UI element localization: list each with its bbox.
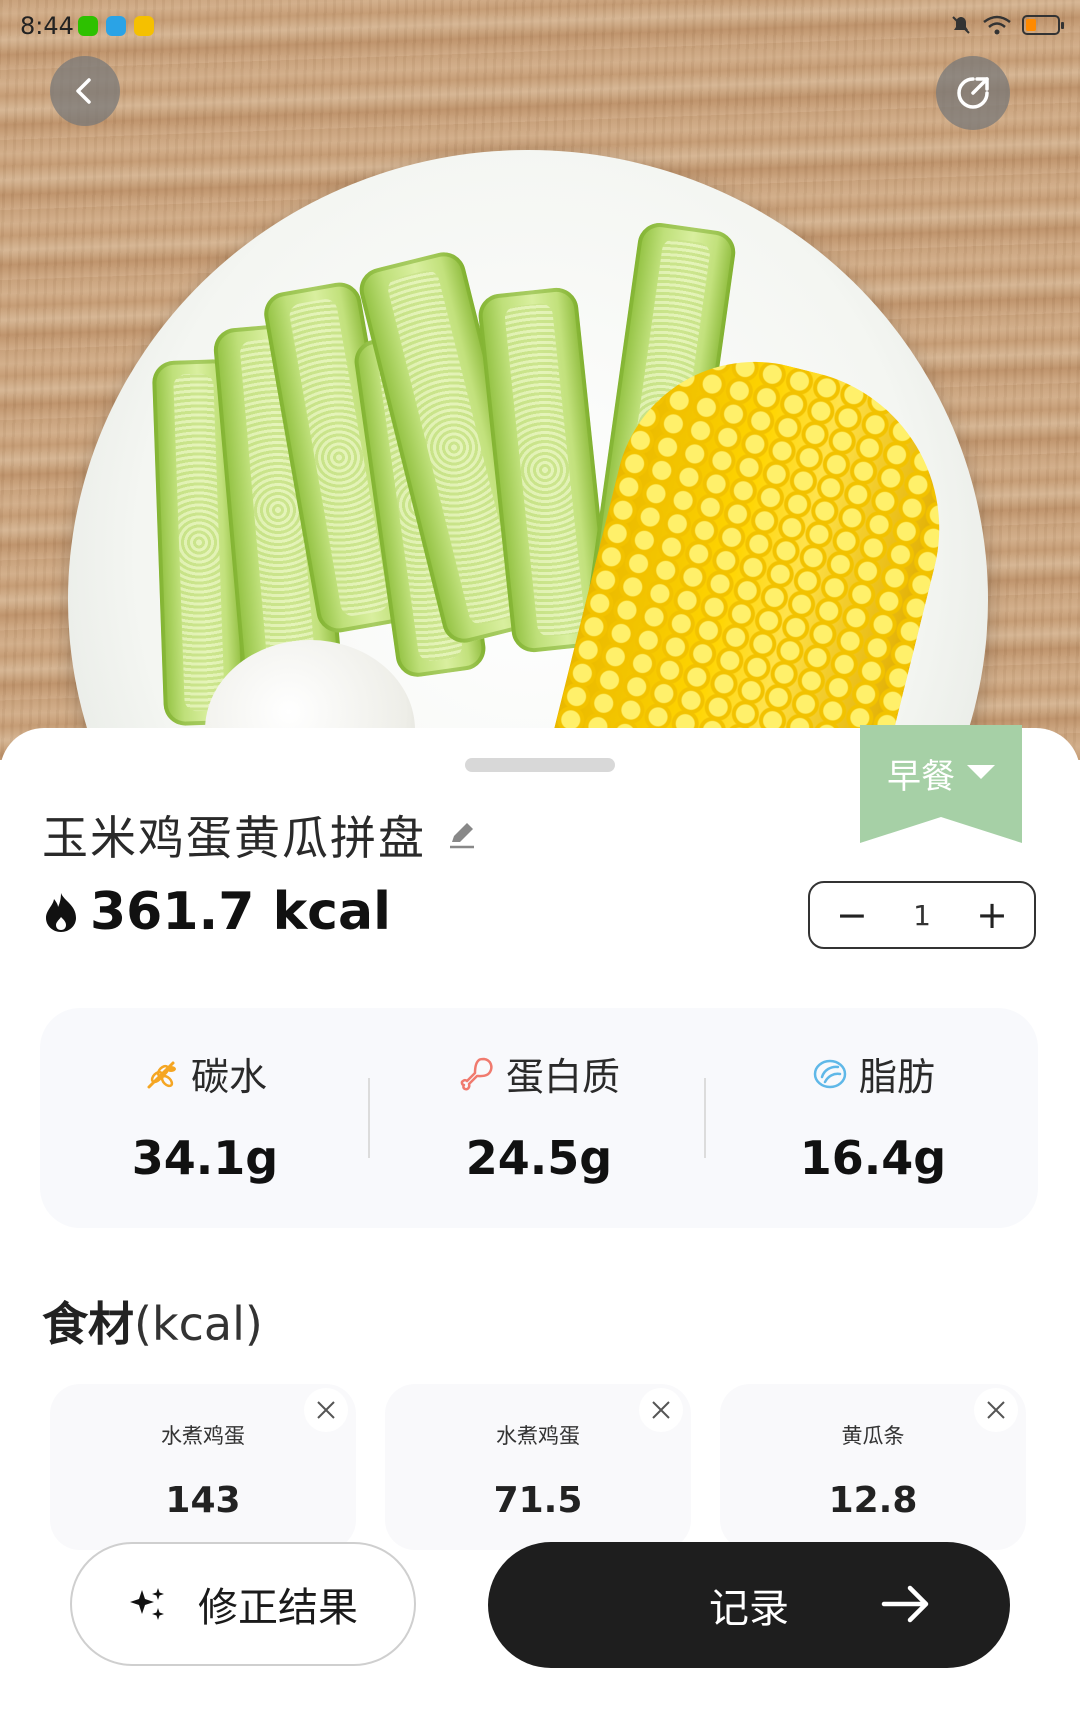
macro-fat: 脂肪 16.4g xyxy=(708,1046,1038,1185)
back-button[interactable] xyxy=(50,56,120,126)
close-icon[interactable] xyxy=(304,1388,348,1432)
calorie-value: 361.7 kcal xyxy=(90,882,391,942)
ingredients-title: 食材 xyxy=(42,1297,134,1351)
chevron-left-icon xyxy=(76,78,91,104)
macro-value: 16.4g xyxy=(799,1131,947,1185)
macro-value: 34.1g xyxy=(131,1131,279,1185)
ingredient-card[interactable]: 黄瓜条 12.8 xyxy=(720,1384,1026,1550)
record-button[interactable]: 记录 xyxy=(488,1542,1010,1668)
sheet-handle[interactable] xyxy=(465,758,615,772)
ingredient-card[interactable]: 水煮鸡蛋 143 xyxy=(50,1384,356,1550)
macro-carbs: 碳水 34.1g xyxy=(40,1046,370,1185)
ingredient-kcal: 71.5 xyxy=(493,1480,583,1521)
macro-protein: 蛋白质 24.5g xyxy=(374,1046,704,1185)
dish-title: 玉米鸡蛋黄瓜拼盘 xyxy=(42,811,426,865)
food-photo xyxy=(0,0,1080,760)
plus-icon[interactable]: + xyxy=(976,896,1008,934)
fix-result-label: 修正结果 xyxy=(198,1585,358,1631)
wheat-icon xyxy=(147,1061,176,1088)
share-button[interactable] xyxy=(936,56,1010,130)
detail-sheet: 早餐 玉米鸡蛋黄瓜拼盘 361.7 kcal − 1 + 碳水 34.1g 蛋白… xyxy=(0,725,1080,1728)
caret-down-icon xyxy=(967,765,995,779)
status-time: 8:44 xyxy=(20,12,74,40)
fix-result-button[interactable]: 修正结果 xyxy=(70,1542,416,1666)
wechat-icon xyxy=(78,16,98,36)
macro-label: 碳水 xyxy=(190,1055,267,1099)
macro-label: 脂肪 xyxy=(858,1055,935,1099)
record-label: 记录 xyxy=(709,1586,789,1632)
ingredient-kcal: 143 xyxy=(165,1480,241,1521)
flame-icon xyxy=(46,893,76,932)
macro-value: 24.5g xyxy=(465,1131,613,1185)
status-bar: 8:44 xyxy=(0,0,1080,52)
ingredient-card[interactable]: 水煮鸡蛋 71.5 xyxy=(385,1384,691,1550)
weibo-icon xyxy=(134,16,154,36)
sparkle-icon xyxy=(130,1588,164,1620)
ingredient-kcal: 12.8 xyxy=(828,1480,918,1521)
calorie-total: 361.7 kcal xyxy=(42,882,391,942)
quantity-value: 1 xyxy=(913,898,931,932)
quantity-stepper[interactable]: − 1 + xyxy=(808,881,1036,949)
battery-icon xyxy=(1022,15,1064,35)
macro-label: 蛋白质 xyxy=(505,1055,620,1099)
close-icon[interactable] xyxy=(974,1388,1018,1432)
app-icon xyxy=(106,16,126,36)
ingredients-heading: 食材(kcal) xyxy=(42,1288,263,1354)
share-icon xyxy=(957,77,989,109)
oil-drop-icon xyxy=(813,1059,847,1088)
ingredients-unit: (kcal) xyxy=(134,1297,263,1351)
drumstick-icon xyxy=(460,1057,493,1090)
mute-icon xyxy=(952,16,970,34)
minus-icon[interactable]: − xyxy=(836,896,868,934)
arrow-right-icon xyxy=(881,1585,929,1623)
close-icon[interactable] xyxy=(639,1388,683,1432)
meal-type-dropdown[interactable]: 早餐 xyxy=(860,725,1022,843)
wifi-icon xyxy=(983,15,1011,35)
meal-type-label: 早餐 xyxy=(887,757,955,797)
macro-summary: 碳水 34.1g 蛋白质 24.5g 脂肪 16.4g xyxy=(40,1008,1038,1228)
pencil-icon[interactable] xyxy=(446,818,478,850)
